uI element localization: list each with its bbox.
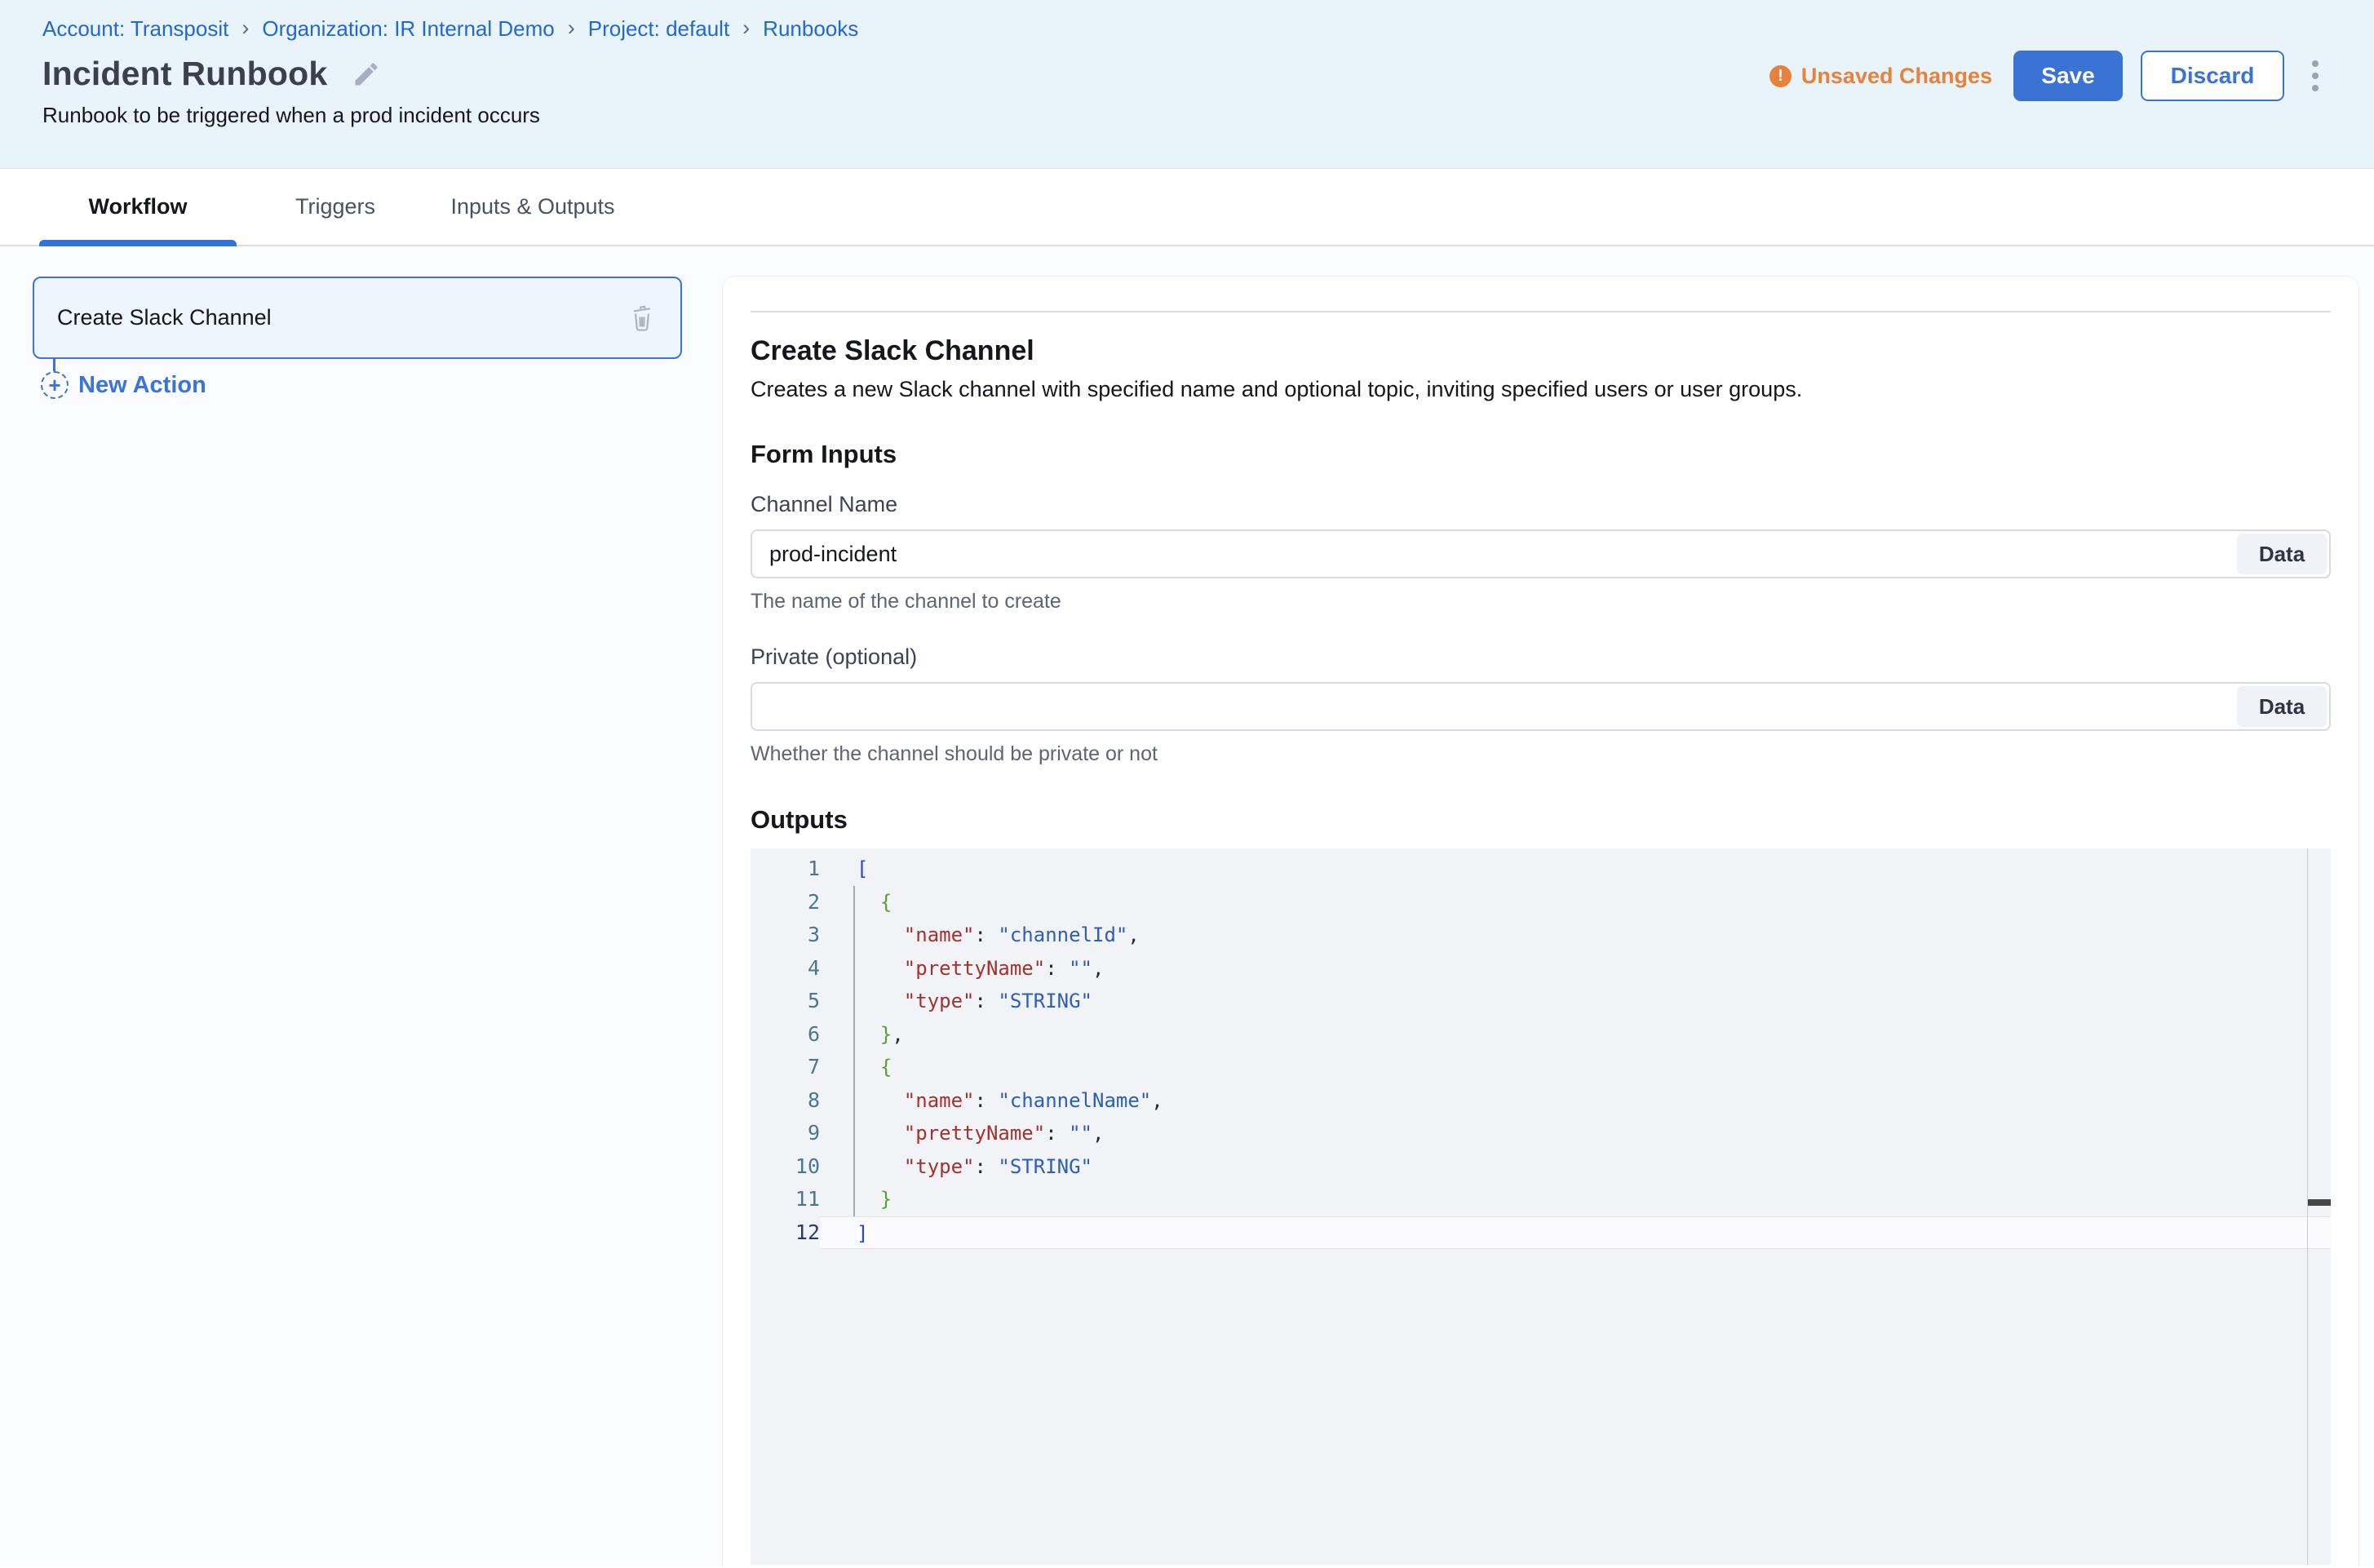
kebab-menu-icon[interactable] <box>2297 51 2333 101</box>
line-number: 2 <box>751 886 820 919</box>
code-line[interactable]: 6 }, <box>751 1018 2331 1052</box>
exclamation-circle-icon: ! <box>1769 65 1792 87</box>
action-detail-description: Creates a new Slack channel with specifi… <box>751 377 2331 402</box>
action-card-create-slack-channel[interactable]: Create Slack Channel <box>33 277 682 359</box>
outputs-code-editor[interactable]: 1[2 {3 "name": "channelId",4 "prettyName… <box>751 848 2331 1565</box>
outputs-editor-lines: 1[2 {3 "name": "channelId",4 "prettyName… <box>751 853 2331 1249</box>
editor-scrollbar-track <box>2307 848 2309 1565</box>
private-input[interactable] <box>751 682 2331 731</box>
code-line[interactable]: 3 "name": "channelId", <box>751 919 2331 952</box>
action-detail-title: Create Slack Channel <box>751 335 2331 367</box>
code-line-content[interactable]: } <box>820 1183 2331 1216</box>
channel-name-input[interactable] <box>751 529 2331 578</box>
line-number: 7 <box>751 1051 820 1084</box>
breadcrumb-separator-icon: › <box>241 16 249 41</box>
unsaved-changes-label: Unsaved Changes <box>1801 64 1992 89</box>
code-line-content[interactable]: "prettyName": "", <box>820 952 2331 986</box>
code-line-content[interactable]: "type": "STRING" <box>820 1150 2331 1184</box>
save-button[interactable]: Save <box>2013 51 2123 101</box>
page-header: Account: Transposit › Organization: IR I… <box>0 0 2374 169</box>
content-area: Create Slack Channel + New Action Create… <box>0 246 2374 1566</box>
new-action-label: New Action <box>78 372 206 399</box>
breadcrumb-link-organization[interactable]: Organization: IR Internal Demo <box>262 16 554 42</box>
private-label: Private (optional) <box>751 644 2331 670</box>
code-line[interactable]: 10 "type": "STRING" <box>751 1150 2331 1184</box>
tab-inputs-outputs-label: Inputs & Outputs <box>450 194 614 219</box>
code-line-content[interactable]: "prettyName": "", <box>820 1117 2331 1150</box>
action-detail-panel: Create Slack Channel Creates a new Slack… <box>722 276 2359 1566</box>
code-line[interactable]: 8 "name": "channelName", <box>751 1084 2331 1118</box>
discard-button[interactable]: Discard <box>2141 51 2284 101</box>
code-line[interactable]: 12] <box>751 1216 2331 1250</box>
new-action-button[interactable]: + New Action <box>41 371 722 399</box>
outputs-heading: Outputs <box>751 805 2331 835</box>
code-line[interactable]: 2 { <box>751 886 2331 919</box>
line-number: 4 <box>751 952 820 986</box>
line-number: 12 <box>751 1216 820 1250</box>
form-inputs-heading: Form Inputs <box>751 440 2331 469</box>
tab-inputs-outputs[interactable]: Inputs & Outputs <box>434 169 631 245</box>
editor-scrollbar-thumb[interactable] <box>2308 1199 2331 1206</box>
private-field: Data <box>751 682 2331 731</box>
breadcrumb-link-runbooks[interactable]: Runbooks <box>763 16 858 42</box>
code-line[interactable]: 9 "prettyName": "", <box>751 1117 2331 1150</box>
line-number: 5 <box>751 985 820 1018</box>
breadcrumb-link-account[interactable]: Account: Transposit <box>42 16 228 42</box>
tab-bar: Workflow Triggers Inputs & Outputs <box>0 169 2374 246</box>
code-line[interactable]: 5 "type": "STRING" <box>751 985 2331 1018</box>
tab-triggers-label: Triggers <box>295 194 375 219</box>
code-line[interactable]: 1[ <box>751 853 2331 886</box>
action-card-label: Create Slack Channel <box>57 305 627 330</box>
channel-name-label: Channel Name <box>751 492 2331 517</box>
code-line-content[interactable]: "name": "channelName", <box>820 1084 2331 1118</box>
tab-triggers[interactable]: Triggers <box>237 169 434 245</box>
active-tab-underline <box>39 240 237 246</box>
unsaved-changes-status: ! Unsaved Changes <box>1769 64 1992 89</box>
channel-name-data-button[interactable]: Data <box>2237 534 2327 574</box>
line-number: 6 <box>751 1018 820 1052</box>
breadcrumb-link-project[interactable]: Project: default <box>588 16 729 42</box>
edit-title-pencil-icon[interactable] <box>352 60 381 89</box>
code-line-content[interactable]: { <box>820 1051 2331 1084</box>
code-line[interactable]: 4 "prettyName": "", <box>751 952 2331 986</box>
code-line-content[interactable]: "name": "channelId", <box>820 919 2331 952</box>
trash-icon[interactable] <box>627 303 658 334</box>
code-line-content[interactable]: }, <box>820 1018 2331 1052</box>
channel-name-help: The name of the channel to create <box>751 590 2331 613</box>
line-number: 3 <box>751 919 820 952</box>
line-number: 1 <box>751 853 820 886</box>
breadcrumb-separator-icon: › <box>742 16 750 41</box>
channel-name-field: Data <box>751 529 2331 578</box>
breadcrumb: Account: Transposit › Organization: IR I… <box>42 16 2332 42</box>
indent-guide <box>853 886 855 1216</box>
page-title: Incident Runbook <box>42 55 327 93</box>
tab-workflow-label: Workflow <box>89 194 188 219</box>
code-line-content[interactable]: ] <box>820 1216 2331 1250</box>
code-line-content[interactable]: "type": "STRING" <box>820 985 2331 1018</box>
private-data-button[interactable]: Data <box>2237 686 2327 727</box>
code-line[interactable]: 11 } <box>751 1183 2331 1216</box>
breadcrumb-separator-icon: › <box>568 16 575 41</box>
line-number: 9 <box>751 1117 820 1150</box>
plus-circle-icon: + <box>41 371 69 399</box>
private-help: Whether the channel should be private or… <box>751 742 2331 766</box>
code-line-content[interactable]: { <box>820 886 2331 919</box>
page-subtitle: Runbook to be triggered when a prod inci… <box>42 103 2332 128</box>
code-line-content[interactable]: [ <box>820 853 2331 886</box>
workflow-steps-panel: Create Slack Channel + New Action <box>0 246 722 1566</box>
detail-divider <box>751 311 2331 312</box>
line-number: 11 <box>751 1183 820 1216</box>
tab-workflow[interactable]: Workflow <box>39 169 237 245</box>
code-line[interactable]: 7 { <box>751 1051 2331 1084</box>
line-number: 8 <box>751 1084 820 1118</box>
line-number: 10 <box>751 1150 820 1184</box>
step-connector-line <box>53 359 55 371</box>
